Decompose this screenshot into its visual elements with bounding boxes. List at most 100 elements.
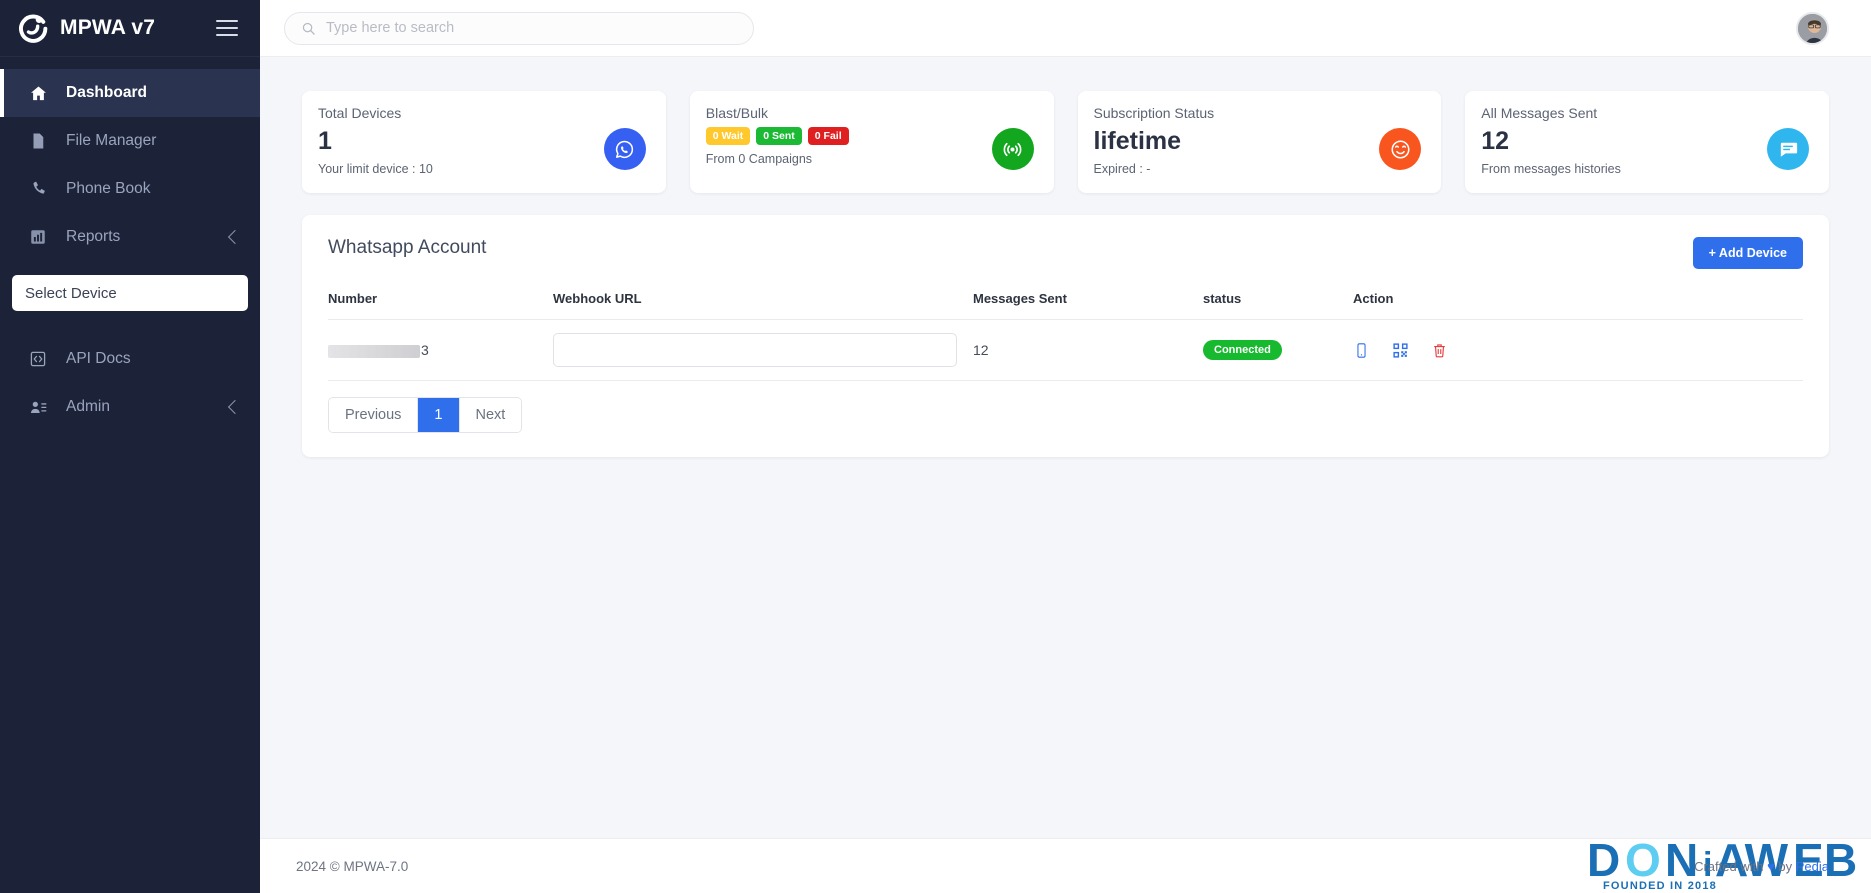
card-body: All Messages Sent 12 From messages histo… (1481, 105, 1759, 176)
webhook-url-input[interactable] (553, 333, 957, 367)
footer-credit: Crafted with ♥ by Pedia (1694, 859, 1829, 874)
status-badge: Connected (1203, 340, 1282, 360)
column-header-status: status (1203, 291, 1353, 320)
card-subscription-status: Subscription Status lifetime Expired : - (1077, 91, 1442, 193)
sidebar-nav: Dashboard File Manager Phone Book Report… (0, 57, 260, 431)
pagination-previous[interactable]: Previous (329, 398, 419, 432)
pagination: Previous 1 Next (328, 397, 523, 433)
table-head: Number Webhook URL Messages Sent status … (328, 291, 1803, 320)
broadcast-icon (991, 128, 1034, 170)
sidebar-item-admin[interactable]: Admin (0, 383, 260, 431)
avatar[interactable] (1796, 11, 1829, 45)
search-icon (301, 21, 316, 36)
whatsapp-icon (603, 128, 646, 170)
svg-text:N: N (1665, 834, 1697, 886)
sidebar-item-label: Admin (66, 398, 110, 415)
heart-icon: ♥ (1767, 858, 1775, 874)
search-box[interactable] (284, 11, 754, 45)
app-root: MPWA v7 Dashboard File Manager Phone Boo… (0, 0, 1871, 893)
sidebar-item-label: File Manager (66, 132, 157, 149)
home-icon (28, 83, 48, 103)
footer-copyright: 2024 © MPWA-7.0 (296, 858, 409, 874)
column-header-number: Number (328, 291, 553, 320)
card-blast-bulk: Blast/Bulk 0 Wait 0 Sent 0 Fail From 0 C… (689, 91, 1054, 193)
chevron-left-icon (227, 399, 243, 415)
card-all-messages-sent: All Messages Sent 12 From messages histo… (1465, 91, 1829, 193)
device-select-dropdown[interactable]: Select Device (12, 275, 248, 311)
sidebar-item-label: API Docs (66, 350, 131, 367)
sidebar-item-label: Dashboard (66, 84, 147, 101)
row-actions (1353, 342, 1803, 359)
qr-code-icon[interactable] (1392, 342, 1409, 359)
sidebar-item-phone-book[interactable]: Phone Book (0, 165, 260, 213)
file-icon (28, 131, 48, 151)
chat-icon (1767, 128, 1809, 170)
column-header-action: Action (1353, 291, 1803, 320)
card-title: Total Devices (318, 105, 402, 121)
sidebar-item-reports[interactable]: Reports (0, 213, 260, 261)
content: Total Devices 1 Your limit device : 10 B… (260, 57, 1871, 838)
watermark-tagline: FOUNDED IN 2018 (1603, 880, 1717, 892)
credit-brand[interactable]: Pedia (1796, 859, 1829, 874)
device-select-wrapper: Select Device (0, 261, 260, 317)
sidebar-item-dashboard[interactable]: Dashboard (0, 69, 260, 117)
sidebar-item-file-manager[interactable]: File Manager (0, 117, 260, 165)
table-row: 3 12 Connected (328, 319, 1803, 381)
sidebar: MPWA v7 Dashboard File Manager Phone Boo… (0, 0, 260, 893)
brand-header: MPWA v7 (0, 0, 260, 57)
card-subtitle: From messages histories (1481, 161, 1621, 176)
user-list-icon (28, 397, 48, 417)
card-title: All Messages Sent (1481, 105, 1598, 121)
card-value: 1 (318, 127, 332, 155)
chevron-left-icon (227, 229, 243, 245)
card-body: Total Devices 1 Your limit device : 10 (318, 105, 596, 176)
credit-prefix: Crafted with (1694, 858, 1768, 874)
brand-title: MPWA v7 (60, 16, 156, 39)
add-device-button[interactable]: + Add Device (1692, 237, 1803, 269)
badge-fail: 0 Fail (807, 127, 849, 145)
hamburger-icon[interactable] (216, 20, 238, 36)
column-header-webhook-url: Webhook URL (553, 291, 973, 320)
number-suffix: 3 (421, 342, 429, 358)
phone-icon (28, 179, 48, 199)
card-total-devices: Total Devices 1 Your limit device : 10 (302, 91, 666, 193)
pagination-page-1[interactable]: 1 (418, 398, 460, 432)
sidebar-item-label: Phone Book (66, 180, 151, 197)
stat-cards: Total Devices 1 Your limit device : 10 B… (302, 91, 1829, 193)
column-header-messages-sent: Messages Sent (973, 291, 1203, 320)
pagination-next[interactable]: Next (459, 398, 522, 432)
badge-sent: 0 Sent (756, 127, 802, 145)
mpwa-logo-icon (18, 13, 48, 43)
whatsapp-account-panel: Whatsapp Account + Add Device Number Web… (302, 215, 1829, 457)
svg-text:O: O (1625, 834, 1660, 886)
cell-number: 3 (328, 319, 553, 381)
sidebar-item-api-docs[interactable]: API Docs (0, 335, 260, 383)
page-title: Whatsapp Account (328, 237, 487, 258)
search-input[interactable] (326, 20, 737, 36)
sidebar-item-label: Reports (66, 228, 121, 245)
card-value: 12 (1481, 127, 1510, 155)
card-body: Blast/Bulk 0 Wait 0 Sent 0 Fail From 0 C… (705, 105, 984, 166)
card-subtitle: Expired : - (1093, 161, 1151, 176)
bar-chart-icon (28, 227, 48, 247)
card-subtitle: From 0 Campaigns (705, 152, 813, 166)
cell-messages-sent: 12 (973, 319, 1203, 381)
badge-wait: 0 Wait (705, 127, 751, 145)
cell-webhook-url (553, 319, 973, 381)
devices-table: Number Webhook URL Messages Sent status … (328, 291, 1803, 381)
main-area: Total Devices 1 Your limit device : 10 B… (260, 0, 1871, 893)
device-select-label: Select Device (25, 284, 117, 302)
trash-icon[interactable] (1431, 342, 1448, 359)
credit-mid: by (1774, 858, 1796, 874)
blast-badges: 0 Wait 0 Sent 0 Fail (705, 127, 984, 145)
table-body: 3 12 Connected (328, 319, 1803, 381)
redacted-number (328, 344, 420, 358)
svg-text:D: D (1587, 834, 1619, 886)
topbar (260, 0, 1871, 57)
footer: 2024 © MPWA-7.0 Crafted with ♥ by Pedia … (260, 834, 1871, 893)
card-title: Blast/Bulk (705, 105, 768, 121)
mobile-icon[interactable] (1353, 342, 1370, 359)
cell-actions (1353, 319, 1803, 381)
cell-status: Connected (1203, 319, 1353, 381)
